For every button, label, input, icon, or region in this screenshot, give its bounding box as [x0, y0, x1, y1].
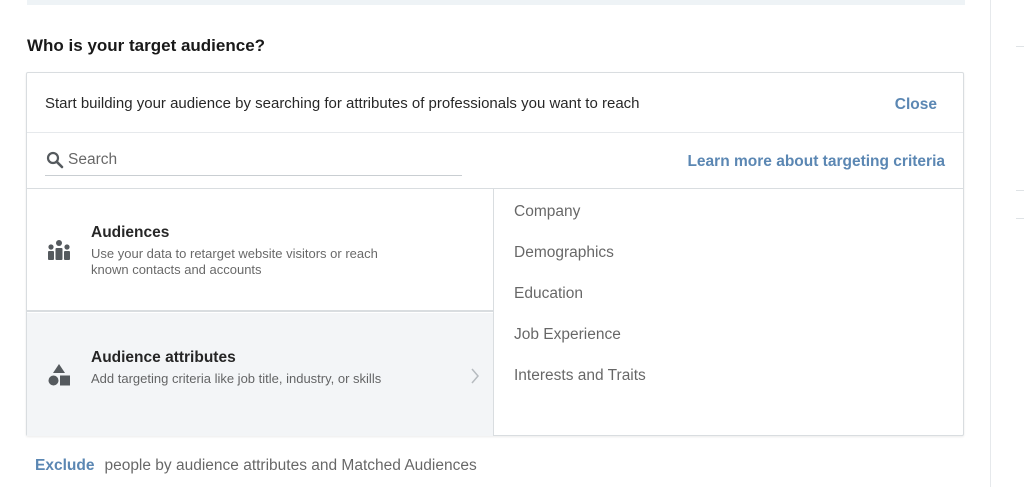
- learn-more-targeting-link[interactable]: Learn more about targeting criteria: [687, 153, 945, 171]
- search-box[interactable]: [45, 147, 462, 176]
- category-demographics[interactable]: Demographics: [514, 244, 614, 262]
- rail-divider: [1016, 46, 1024, 47]
- attribute-category-list: Company Demographics Education Job Exper…: [495, 189, 964, 436]
- audience-attributes-description: Add targeting criteria like job title, i…: [91, 371, 382, 386]
- chevron-right-icon: [471, 368, 479, 384]
- search-row: Learn more about targeting criteria: [27, 133, 963, 189]
- audience-attributes-title: Audience attributes: [91, 349, 236, 366]
- top-card-edge: [27, 0, 965, 5]
- exclude-link[interactable]: Exclude: [35, 457, 94, 474]
- intro-text: Start building your audience by searchin…: [45, 95, 640, 112]
- group-people-icon: [48, 240, 70, 260]
- category-job-experience[interactable]: Job Experience: [514, 326, 621, 344]
- shapes-icon: [48, 364, 70, 386]
- exclude-row: Exclude people by audience attributes and…: [35, 457, 477, 475]
- category-company[interactable]: Company: [514, 203, 580, 221]
- audiences-option[interactable]: Audiences Use your data to retarget webs…: [27, 189, 493, 312]
- audience-builder-panel: Start building your audience by searchin…: [26, 72, 964, 436]
- rail-divider: [1016, 218, 1024, 219]
- audiences-title: Audiences: [91, 224, 170, 241]
- audiences-description: Use your data to retarget website visito…: [91, 246, 378, 277]
- search-icon: [46, 151, 64, 169]
- rail-divider: [1016, 190, 1024, 191]
- search-input[interactable]: [68, 149, 448, 171]
- audience-attributes-option[interactable]: Audience attributes Add targeting criter…: [27, 313, 493, 436]
- category-interests-and-traits[interactable]: Interests and Traits: [514, 367, 646, 385]
- right-rail: [990, 0, 1024, 487]
- audience-type-list: Audiences Use your data to retarget webs…: [27, 189, 494, 436]
- category-education[interactable]: Education: [514, 285, 583, 303]
- close-button[interactable]: Close: [895, 96, 937, 114]
- intro-row: Start building your audience by searchin…: [27, 73, 963, 133]
- page-title: Who is your target audience?: [27, 36, 266, 55]
- exclude-description: people by audience attributes and Matche…: [104, 457, 477, 474]
